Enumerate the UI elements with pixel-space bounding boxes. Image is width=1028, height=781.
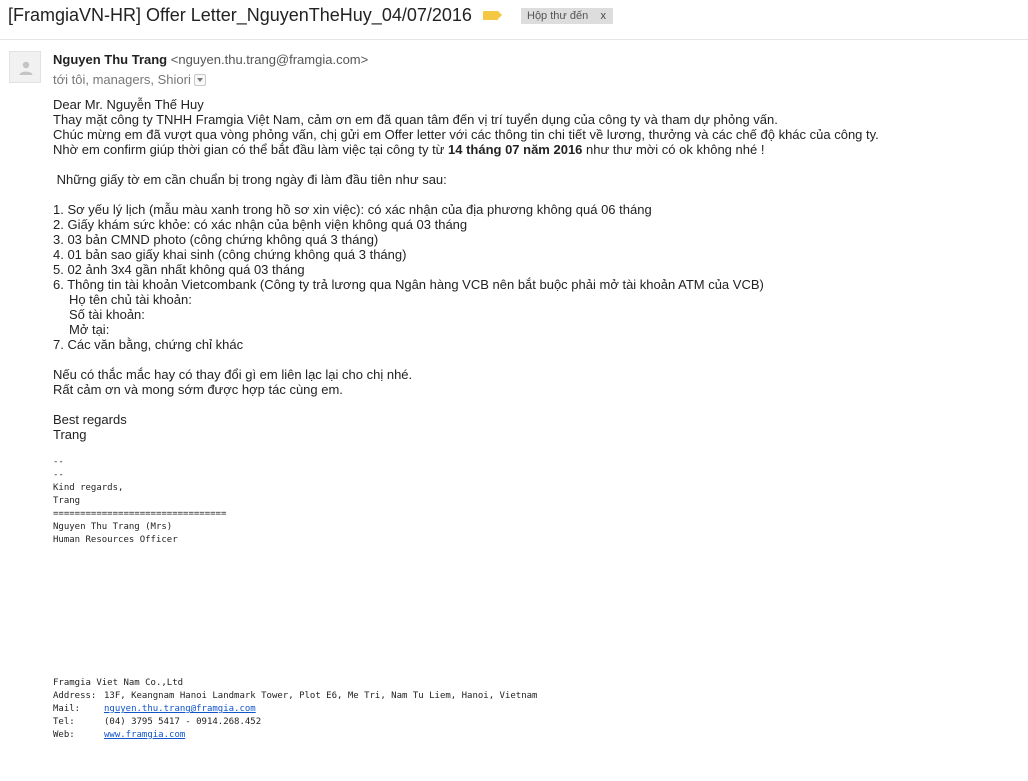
sig-dash: -- bbox=[53, 457, 64, 467]
closing-1: Nếu có thắc mắc hay có thay đổi gì em li… bbox=[53, 367, 413, 382]
bank-field: Mở tại: bbox=[69, 322, 110, 337]
company-footer: Framgia Viet Nam Co.,Ltd Address: 13F, Kea… bbox=[53, 677, 537, 742]
email-subject: [FramgiaVN-HR] Offer Letter_NguyenTheHuy… bbox=[8, 5, 472, 25]
footer-address-row: Address: 13F, Keangnam Hanoi Landmark Tow… bbox=[53, 690, 537, 703]
footer-label: Tel: bbox=[53, 717, 75, 727]
closing-2: Rất cảm ơn và mong sớm được hợp tác cùng… bbox=[53, 382, 343, 397]
person-icon bbox=[19, 61, 33, 75]
important-marker-icon[interactable] bbox=[483, 11, 502, 20]
p3-after: như thư mời có ok không nhé ! bbox=[582, 142, 765, 157]
recipients-line: tới tôi, managers, Shiori bbox=[53, 72, 206, 87]
paragraph-2: Chúc mừng em đã vượt qua vòng phỏng vấn,… bbox=[53, 127, 879, 142]
email-body: Dear Mr. Nguyễn Thế Huy Thay mặt công ty… bbox=[53, 97, 1013, 442]
footer-label: Address: bbox=[53, 691, 97, 701]
sig-dash: -- bbox=[53, 470, 64, 480]
bank-field: Số tài khoản: bbox=[69, 307, 145, 322]
paragraph-3: Nhờ em confirm giúp thời gian có thể bắt… bbox=[53, 142, 1013, 157]
footer-address: 13F, Keangnam Hanoi Landmark Tower, Plot… bbox=[104, 691, 538, 701]
greeting: Dear Mr. Nguyễn Thế Huy bbox=[53, 97, 204, 112]
footer-label: Web: bbox=[53, 730, 75, 740]
subject-bar: [FramgiaVN-HR] Offer Letter_NguyenTheHuy… bbox=[0, 0, 1028, 40]
sig-title: Human Resources Officer bbox=[53, 535, 178, 545]
inbox-label-chip[interactable]: Hộp thư đến x bbox=[521, 8, 613, 24]
sig-name-short: Trang bbox=[53, 496, 81, 506]
doc-item: 5. 02 ảnh 3x4 gần nhất không quá 03 thán… bbox=[53, 262, 305, 277]
doc-item: 3. 03 bản CMND photo (công chứng không q… bbox=[53, 232, 379, 247]
sender-avatar[interactable] bbox=[9, 51, 41, 83]
paragraph-1: Thay mặt công ty TNHH Framgia Việt Nam, … bbox=[53, 112, 778, 127]
inbox-label-text: Hộp thư đến bbox=[527, 10, 589, 22]
footer-label: Mail: bbox=[53, 704, 81, 714]
remove-label-button[interactable]: x bbox=[601, 8, 607, 24]
doc-item: 6. Thông tin tài khoản Vietcombank (Công… bbox=[53, 277, 764, 292]
show-details-dropdown-icon[interactable] bbox=[193, 73, 206, 86]
doc-item: 1. Sơ yếu lý lịch (mẫu màu xanh trong hồ… bbox=[53, 202, 652, 217]
signature-block: -- -- Kind regards, Trang ==================… bbox=[53, 456, 226, 547]
sender-email: <nguyen.thu.trang@framgia.com> bbox=[170, 52, 369, 67]
recipients-text: tới tôi, managers, Shiori bbox=[53, 72, 191, 87]
regards: Best regards bbox=[53, 412, 127, 427]
signoff: Trang bbox=[53, 427, 87, 442]
sender-line: Nguyen Thu Trang <nguyen.thu.trang@framg… bbox=[53, 52, 368, 67]
doc-item: 4. 01 bản sao giấy khai sinh (công chứng… bbox=[53, 247, 407, 262]
footer-mail-row: Mail: nguyen.thu.trang@framgia.com bbox=[53, 703, 537, 716]
footer-tel-row: Tel: (04) 3795 5417 - 0914.268.452 bbox=[53, 716, 537, 729]
sig-full-name: Nguyen Thu Trang (Mrs) bbox=[53, 522, 173, 532]
sig-separator: ================================ bbox=[53, 509, 227, 519]
sender-name[interactable]: Nguyen Thu Trang bbox=[53, 52, 167, 67]
footer-web-row: Web: www.framgia.com bbox=[53, 729, 537, 742]
doc-item: 2. Giấy khám sức khỏe: có xác nhận của b… bbox=[53, 217, 468, 232]
start-date: 14 tháng 07 năm 2016 bbox=[448, 142, 583, 157]
p3-before: Nhờ em confirm giúp thời gian có thể bắt… bbox=[53, 142, 448, 157]
bank-field: Họ tên chủ tài khoản: bbox=[69, 292, 192, 307]
footer-tel: (04) 3795 5417 - 0914.268.452 bbox=[104, 717, 262, 727]
footer-company: Framgia Viet Nam Co.,Ltd bbox=[53, 678, 184, 688]
doc-item: 7. Các văn bằng, chứng chỉ khác bbox=[53, 337, 244, 352]
footer-mail-link[interactable]: nguyen.thu.trang@framgia.com bbox=[104, 703, 256, 716]
footer-web-link[interactable]: www.framgia.com bbox=[104, 729, 185, 742]
sig-kind-regards: Kind regards, bbox=[53, 483, 124, 493]
docs-intro: Những giấy tờ em cần chuẩn bị trong ngày… bbox=[53, 172, 447, 187]
